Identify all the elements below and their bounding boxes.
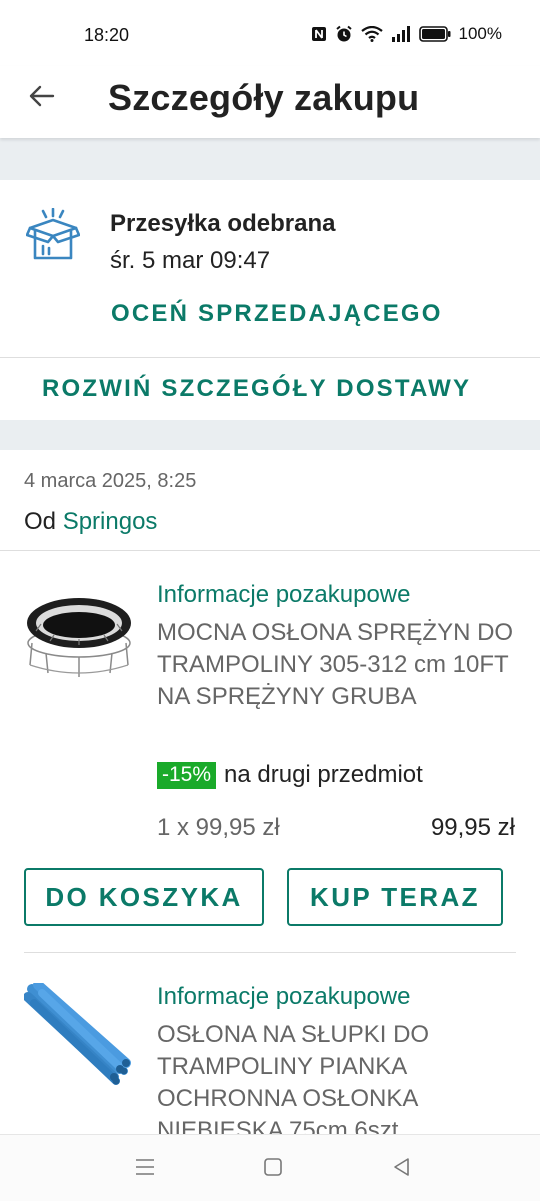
back-button[interactable] bbox=[26, 80, 58, 112]
item-quantity-price: 1 x 99,95 zł bbox=[157, 814, 280, 841]
item-thumbnail-image[interactable] bbox=[24, 983, 134, 1093]
rate-seller-button[interactable]: OCEŃ SPRZEDAJĄCEGO bbox=[111, 300, 443, 328]
item-thumbnail-image[interactable] bbox=[24, 581, 134, 691]
nfc-icon bbox=[311, 27, 326, 41]
delivery-details-row: ROZWIŃ SZCZEGÓŁY DOSTAWY bbox=[0, 358, 540, 420]
add-to-cart-button[interactable]: DO KOSZYKA bbox=[24, 868, 264, 926]
order-item: Informacje pozakupowe MOCNA OSŁONA SPRĘŻ… bbox=[0, 551, 540, 953]
seller-prefix: Od bbox=[24, 508, 57, 535]
section-spacer bbox=[0, 420, 540, 450]
item-name[interactable]: OSŁONA NA SŁUPKI DO TRAMPOLINY PIANKA OC… bbox=[157, 1019, 517, 1134]
battery-icon bbox=[418, 26, 451, 42]
home-nav-icon bbox=[264, 1158, 282, 1176]
item-name[interactable]: MOCNA OSŁONA SPRĘŻYN DO TRAMPOLINY 305-3… bbox=[157, 617, 517, 713]
expand-delivery-details-button[interactable]: ROZWIŃ SZCZEGÓŁY DOSTAWY bbox=[42, 375, 471, 403]
alarm-icon bbox=[335, 25, 352, 42]
app-bar: Szczegóły zakupu bbox=[0, 66, 540, 138]
system-navigation-bar bbox=[0, 1134, 540, 1201]
status-time: 18:20 bbox=[84, 25, 130, 45]
wifi-icon bbox=[360, 26, 383, 42]
menu-nav-icon bbox=[136, 1159, 154, 1175]
back-nav-icon bbox=[394, 1158, 409, 1176]
shipment-status-title: Przesyłka odebrana bbox=[110, 210, 336, 237]
seller-link[interactable]: Springos bbox=[63, 508, 158, 535]
promo-badge: -15% bbox=[157, 761, 217, 789]
back-arrow-icon bbox=[29, 85, 55, 107]
status-bar: 18:20 100% bbox=[0, 0, 540, 66]
shipment-status-date: śr. 5 mar 09:47 bbox=[110, 247, 271, 274]
signal-icon bbox=[391, 26, 410, 42]
battery-percent: 100% bbox=[458, 24, 502, 43]
order-item: Informacje pozakupowe OSŁONA NA SŁUPKI D… bbox=[0, 953, 540, 1134]
home-button[interactable] bbox=[263, 1157, 283, 1182]
post-purchase-info-link[interactable]: Informacje pozakupowe bbox=[157, 581, 410, 609]
shipment-status-card: Przesyłka odebrana śr. 5 mar 09:47 OCEŃ … bbox=[0, 180, 540, 357]
status-icons: 100% bbox=[311, 24, 502, 44]
item-total-price: 99,95 zł bbox=[430, 814, 515, 841]
post-purchase-info-link[interactable]: Informacje pozakupowe bbox=[157, 983, 410, 1011]
order-date: 4 marca 2025, 8:25 bbox=[24, 470, 197, 492]
recent-apps-button[interactable] bbox=[134, 1157, 156, 1182]
page-title: Szczegóły zakupu bbox=[108, 77, 420, 118]
promo-text: na drugi przedmiot bbox=[224, 761, 423, 788]
order-seller: Od Springos bbox=[24, 508, 157, 536]
system-back-button[interactable] bbox=[392, 1157, 412, 1182]
buy-now-button[interactable]: KUP TERAZ bbox=[287, 868, 503, 926]
order-header: 4 marca 2025, 8:25 Od Springos bbox=[0, 450, 540, 550]
promo-row: -15% na drugi przedmiot bbox=[157, 761, 423, 789]
package-received-icon bbox=[26, 208, 80, 260]
section-spacer bbox=[0, 138, 540, 180]
